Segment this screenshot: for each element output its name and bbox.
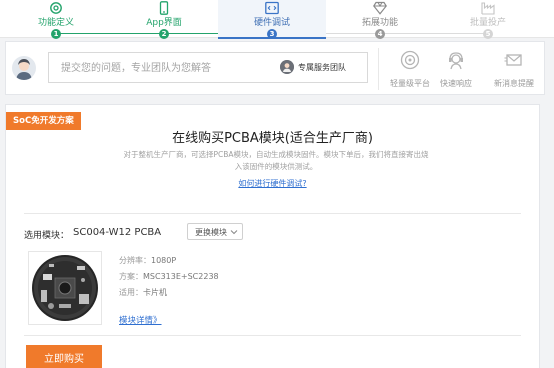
hardware-debug-howto-link[interactable]: 如何进行硬件调试? (6, 178, 539, 189)
step-label: 批量投产 (469, 18, 506, 28)
diamond-icon (373, 1, 387, 15)
target-icon (400, 50, 420, 70)
progress-stepper: 功能定义 1 App界面 2 硬件调试 3 拓展功能 4 批量投产 5 (0, 0, 554, 39)
consultation-panel: 专属服务团队 轻量级平台 快速响应 新消息提醒 (5, 41, 545, 95)
step-number: 3 (267, 29, 277, 39)
question-input[interactable] (61, 59, 271, 77)
code-icon (265, 1, 279, 15)
spec-resolution: 分辨率：1080P (119, 255, 176, 266)
user-avatar (12, 56, 36, 80)
factory-icon (481, 2, 495, 15)
step-label: 拓展功能 (361, 18, 398, 28)
step-function-definition[interactable]: 功能定义 1 (2, 0, 110, 39)
spec-solution: 方案：MSC313E+SC2238 (119, 271, 219, 282)
pcba-board-image (32, 255, 98, 321)
phone-icon (159, 1, 169, 15)
module-image (28, 251, 102, 325)
message-icon (504, 54, 522, 66)
step-extended-features[interactable]: 拓展功能 4 (326, 0, 434, 39)
step-mass-production[interactable]: 批量投产 5 (434, 0, 542, 39)
step-label: 功能定义 (37, 18, 74, 28)
step-number: 5 (483, 29, 493, 39)
step-label: App界面 (146, 18, 182, 28)
selected-module-name: SC004-W12 PCBA (73, 227, 162, 238)
pcba-purchase-card: SoC免开发方案 在线购买PCBA模块(适合生产厂商) 对于整机生产厂商，可选择… (5, 104, 540, 368)
spec-key: 方案： (119, 272, 143, 281)
avatar-icon (16, 59, 32, 80)
step-number: 2 (159, 29, 169, 39)
step-number: 4 (375, 29, 385, 39)
chevron-down-icon (230, 230, 238, 235)
spec-value: 卡片机 (143, 288, 167, 297)
step-hardware-debug[interactable]: 硬件调试 3 (218, 0, 326, 39)
step-label: 硬件调试 (253, 18, 290, 28)
module-details-link[interactable]: 模块详情》 (119, 314, 162, 326)
team-avatar-icon (280, 60, 294, 74)
spec-key: 分辨率： (119, 256, 151, 265)
team-label: 专属服务团队 (298, 63, 346, 72)
module-select-label: 选用模块： (24, 231, 70, 241)
change-module-button[interactable]: 更换模块 (187, 223, 243, 240)
section-divider (24, 213, 521, 214)
spec-value: 1080P (151, 256, 177, 265)
step-app-ui[interactable]: App界面 2 (110, 0, 218, 39)
question-box: 专属服务团队 (48, 52, 368, 83)
description-line: 对于整机生产厂商，可选择PCBA模块，自动生成模块固件。模块下单后，我们将直接寄… (123, 150, 429, 159)
spec-value: MSC313E+SC2238 (143, 272, 219, 281)
vertical-divider (378, 48, 379, 90)
settings-icon (50, 2, 62, 14)
service-label: 快速响应 (440, 79, 472, 88)
step-number: 1 (51, 29, 61, 39)
description-line: 入该固件的模块供测试。 (234, 162, 318, 171)
spec-key: 适用： (119, 288, 143, 297)
page-title: 在线购买PCBA模块(适合生产厂商) (172, 131, 373, 146)
section-divider (24, 335, 521, 336)
support-icon (449, 52, 463, 70)
buy-now-button[interactable]: 立即购买 (26, 345, 102, 368)
spec-applicable: 适用：卡片机 (119, 287, 167, 298)
change-module-label: 更换模块 (195, 228, 227, 237)
service-new-message-alert: 新消息提醒 (486, 48, 542, 92)
service-fast-response: 快速响应 (428, 48, 484, 92)
service-label: 新消息提醒 (494, 79, 534, 88)
